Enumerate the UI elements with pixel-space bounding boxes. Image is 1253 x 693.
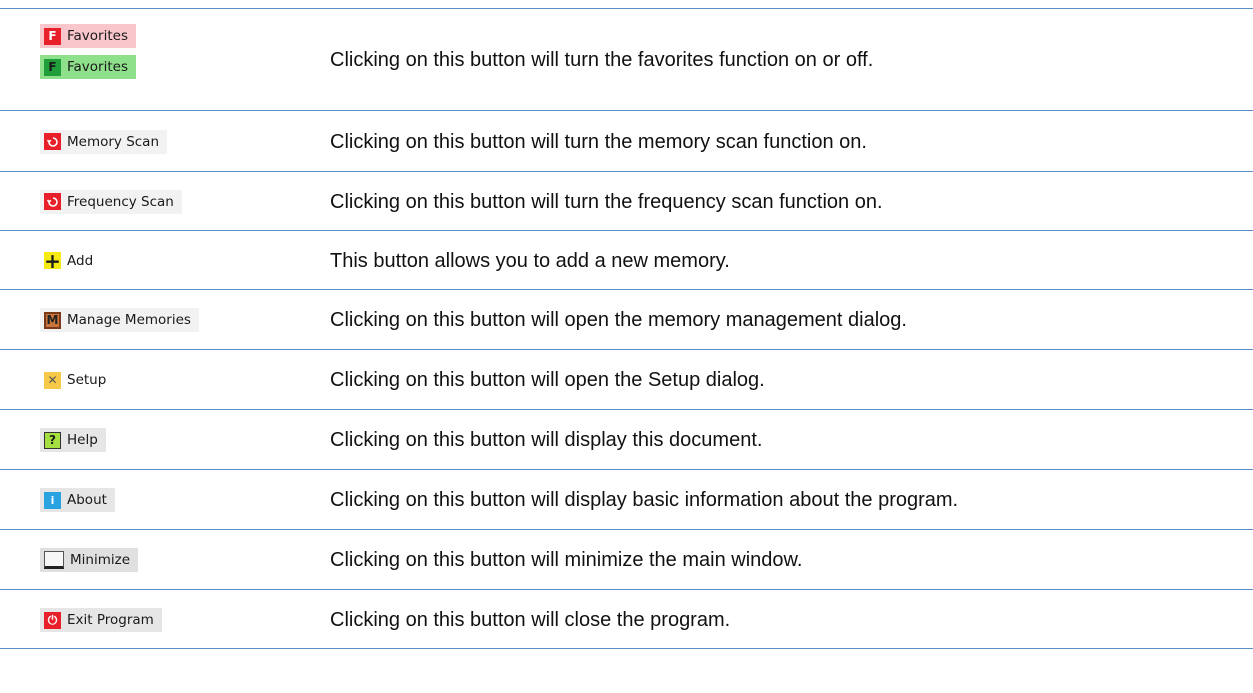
help-description: Clicking on this button will display thi… bbox=[330, 429, 763, 451]
m-letter-icon: M bbox=[44, 311, 61, 329]
exit-program-button-label: Exit Program bbox=[67, 612, 154, 628]
frequency-scan-button-label: Frequency Scan bbox=[67, 193, 174, 210]
favorites-button[interactable]: F Favorites bbox=[40, 55, 136, 79]
help-button-label: Help bbox=[67, 432, 98, 448]
help-button[interactable]: ? Help bbox=[40, 428, 106, 452]
setup-description: Clicking on this button will open the Se… bbox=[330, 369, 765, 391]
add-description: This button allows you to add a new memo… bbox=[330, 249, 730, 272]
minimize-button-label: Minimize bbox=[70, 552, 130, 568]
add-button-label: Add bbox=[67, 252, 94, 269]
favorites-button[interactable]: F Favorites bbox=[40, 24, 136, 48]
exit-program-description: Clicking on this button will close the p… bbox=[330, 609, 731, 631]
row-memory-scan: Memory Scan Clicking on this button will … bbox=[0, 110, 1253, 171]
manage-memories-description: Clicking on this button will open the me… bbox=[330, 309, 907, 331]
f-letter-red-icon: F bbox=[44, 27, 61, 45]
about-button[interactable]: i About bbox=[40, 488, 115, 512]
exit-program-button[interactable]: ⏻ Exit Program bbox=[40, 608, 162, 632]
favorites-button-label: Favorites bbox=[67, 59, 128, 75]
row-frequency-scan: Frequency Scan Clicking on this button wi… bbox=[0, 171, 1253, 230]
memory-scan-description: Clicking on this button will turn the me… bbox=[330, 130, 867, 153]
scan-loop-icon bbox=[44, 193, 61, 210]
row-minimize: Minimize Clicking on this button will min… bbox=[0, 529, 1253, 589]
scan-loop-icon bbox=[44, 133, 61, 150]
row-about: i About Clicking on this button will displ… bbox=[0, 469, 1253, 529]
question-icon: ? bbox=[44, 431, 61, 449]
add-button[interactable]: + Add bbox=[40, 248, 102, 273]
favorites-button-label: Favorites bbox=[67, 28, 128, 44]
memory-scan-button[interactable]: Memory Scan bbox=[40, 129, 168, 154]
row-manage-memories: M Manage Memories Clicking on this button … bbox=[0, 289, 1253, 349]
setup-button-label: Setup bbox=[67, 372, 107, 388]
plus-icon: + bbox=[44, 248, 61, 273]
row-exit-program: ⏻ Exit Program Clicking on this button wil… bbox=[0, 589, 1253, 649]
about-button-label: About bbox=[67, 492, 107, 508]
minimize-icon bbox=[44, 551, 64, 569]
info-icon: i bbox=[44, 491, 61, 509]
manage-memories-button[interactable]: M Manage Memories bbox=[40, 308, 199, 332]
favorites-description: Clicking on this button will turn the fa… bbox=[330, 49, 874, 71]
minimize-button[interactable]: Minimize bbox=[40, 548, 138, 572]
row-help: ? Help Clicking on this button will displa… bbox=[0, 409, 1253, 469]
minimize-description: Clicking on this button will minimize th… bbox=[330, 549, 803, 571]
row-add: + Add This button allows you to add a new … bbox=[0, 230, 1253, 289]
manage-memories-button-label: Manage Memories bbox=[67, 312, 191, 328]
about-description: Clicking on this button will display bas… bbox=[330, 489, 959, 511]
setup-button[interactable]: ✕ Setup bbox=[40, 368, 115, 392]
frequency-scan-description: Clicking on this button will turn the fr… bbox=[330, 190, 883, 213]
power-icon: ⏻ bbox=[44, 611, 61, 629]
frequency-scan-button[interactable]: Frequency Scan bbox=[40, 189, 182, 214]
f-letter-green-icon: F bbox=[44, 58, 61, 76]
row-favorites: F Favorites F Favorites Clicking on this but… bbox=[0, 8, 1253, 110]
memory-scan-button-label: Memory Scan bbox=[67, 133, 160, 150]
row-setup: ✕ Setup Clicking on this button will open … bbox=[0, 349, 1253, 409]
tools-icon: ✕ bbox=[44, 371, 61, 389]
